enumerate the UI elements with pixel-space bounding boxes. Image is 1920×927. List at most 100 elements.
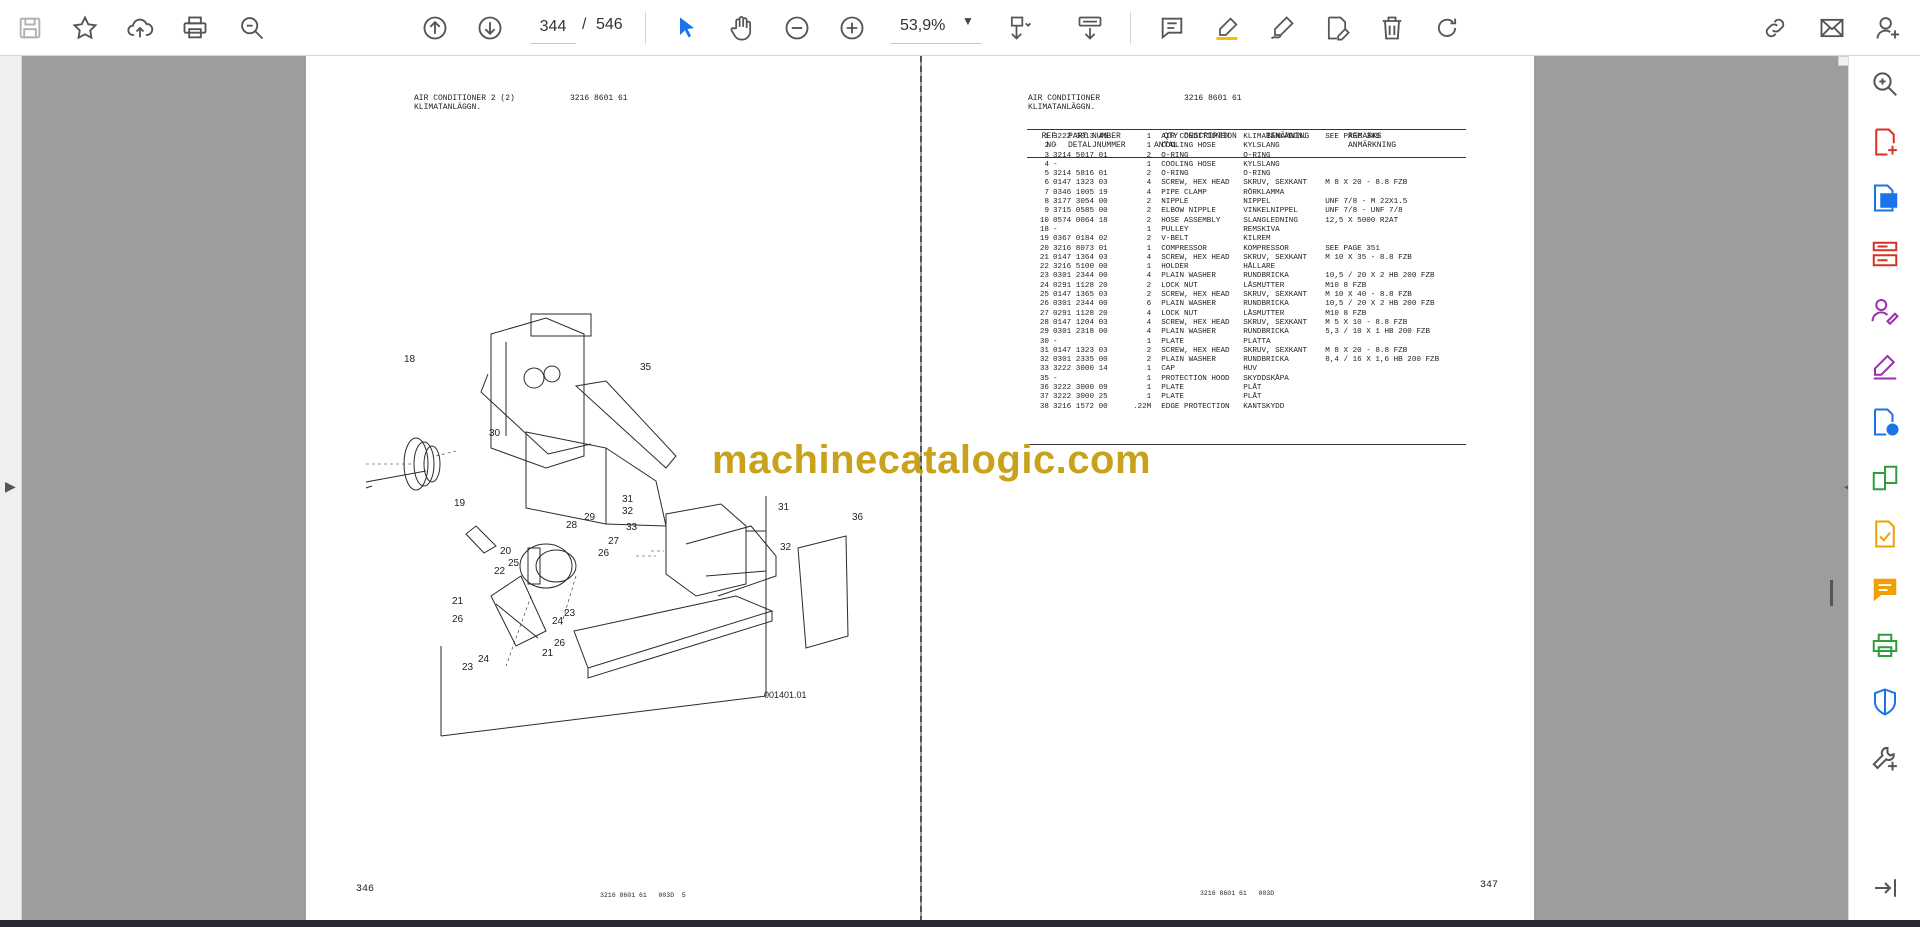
cell-description: CAP [1161, 365, 1175, 374]
cell-part-number: 0147 1364 03 [1053, 253, 1108, 262]
fill-and-sign-icon[interactable] [1865, 346, 1905, 386]
page-number-input[interactable] [530, 10, 576, 44]
table-row: 37 3222 3000 25 1 PLATE PLÅT [1027, 393, 1455, 402]
pdf-page-left: AIR CONDITIONER 2 (2) KLIMATANLÄGGN. 321… [306, 56, 920, 920]
table-row: 30- 1 PLATE PLATTA [1027, 338, 1455, 347]
cell-qty: 4 [1146, 179, 1152, 188]
cell-ref: 31 [1039, 346, 1049, 355]
previous-page-icon[interactable] [415, 8, 455, 48]
protect-shield-icon[interactable] [1865, 682, 1905, 722]
cell-description: AIR CONDITIONER [1161, 133, 1230, 141]
table-row: 36 3222 3000 09 1 PLATE PLÅT [1027, 384, 1455, 393]
cell-remarks [1325, 338, 1455, 347]
organize-pages-icon[interactable] [1865, 234, 1905, 274]
cell-qty: 2 [1146, 235, 1152, 244]
print-icon[interactable] [175, 8, 215, 48]
cell-benamning: KOMPRESSOR [1243, 244, 1289, 253]
cell-description: HOSE ASSEMBLY [1161, 216, 1221, 225]
callout-label: 32 [780, 542, 792, 553]
cell-remarks: 5,3 / 10 X 1 HB 200 FZB [1325, 328, 1431, 337]
next-page-icon[interactable] [470, 8, 510, 48]
cell-part-number: - [1053, 374, 1058, 383]
cell-part-number: 3216 1572 00 [1053, 402, 1108, 411]
callout-label: 24 [552, 616, 564, 627]
cell-description: COOLING HOSE [1161, 160, 1216, 169]
cell-remarks: 10,5 / 20 X 2 HB 200 FZB [1325, 272, 1435, 281]
table-row: 2- 1 COOLING HOSE KYLSLANG [1027, 142, 1455, 151]
scrollbar-thumb[interactable] [1830, 580, 1833, 606]
create-pdf-icon[interactable] [1865, 122, 1905, 162]
cell-part-number: 0147 1323 03 [1053, 346, 1108, 355]
cell-ref: 1 [1044, 133, 1049, 141]
highlight-pen-icon[interactable] [1207, 8, 1247, 48]
email-icon[interactable] [1812, 8, 1852, 48]
cell-remarks: M 8 X 20 - 8.8 FZB [1325, 179, 1408, 188]
cell-benamning: RUNDBRICKA [1243, 300, 1289, 309]
edit-pdf-icon[interactable] [1865, 514, 1905, 554]
send-for-review-icon[interactable] [1865, 402, 1905, 442]
cell-benamning: SKRUV, SEXKANT [1243, 346, 1308, 355]
cell-remarks [1325, 142, 1455, 151]
zoom-out-icon[interactable] [777, 8, 817, 48]
cell-part-number: 0301 2344 00 [1053, 272, 1108, 281]
redo-icon[interactable] [1427, 8, 1467, 48]
toolbar: / 546 53,9% ▼ [0, 0, 1920, 56]
find-zoom-icon[interactable] [232, 8, 272, 48]
zoom-in-icon[interactable] [832, 8, 872, 48]
comment-icon[interactable] [1152, 8, 1192, 48]
table-row: 38 3216 1572 00 .22M EDGE PROTECTION KANTSKY… [1027, 403, 1455, 412]
comment-tool-icon[interactable] [1865, 570, 1905, 610]
more-tools-icon[interactable] [1865, 738, 1905, 778]
cell-part-number: 3715 0585 00 [1053, 207, 1108, 216]
delete-trash-icon[interactable] [1372, 8, 1412, 48]
print-production-icon[interactable] [1865, 626, 1905, 666]
bottom-status-strip [0, 920, 1920, 927]
right-page-title: AIR CONDITIONER [1028, 94, 1101, 103]
cell-benamning: HÅLLARE [1243, 263, 1276, 272]
callout-label: 18 [404, 354, 416, 365]
table-row: 20 3216 8073 01 1 COMPRESSOR KOMPRESSOR SEE P… [1027, 245, 1455, 254]
cell-ref: 5 [1044, 170, 1049, 179]
search-zoom-icon[interactable] [1865, 64, 1905, 104]
cell-part-number: 0301 2344 00 [1053, 300, 1108, 309]
cell-part-number: - [1053, 337, 1058, 346]
expand-left-panel-icon[interactable]: ▶ [5, 478, 16, 495]
cell-ref: 8 [1044, 198, 1049, 207]
cell-remarks: 8,4 / 16 X 1,6 HB 200 FZB [1325, 356, 1440, 365]
cell-remarks [1325, 161, 1455, 170]
cell-benamning: PLÅT [1243, 393, 1262, 402]
compare-files-icon[interactable] [1865, 458, 1905, 498]
edit-text-icon[interactable] [1317, 8, 1357, 48]
add-user-icon[interactable] [1868, 8, 1908, 48]
cell-qty: 4 [1146, 188, 1152, 197]
keyboard-scroll-icon[interactable] [1070, 8, 1110, 48]
cell-ref: 26 [1039, 300, 1049, 309]
chevron-down-icon[interactable]: ▼ [962, 14, 974, 28]
upload-cloud-icon[interactable] [120, 8, 160, 48]
cell-remarks [1325, 226, 1455, 235]
cell-remarks: M10 8 FZB [1325, 281, 1367, 290]
cell-remarks: M 5 X 10 - 8.8 FZB [1325, 318, 1408, 327]
export-pdf-icon[interactable] [1865, 178, 1905, 218]
table-rule-top [1027, 129, 1466, 130]
hand-tool-icon[interactable] [722, 8, 762, 48]
cell-part-number: 0574 0064 18 [1053, 216, 1108, 225]
callout-label: 24 [478, 654, 490, 665]
share-link-icon[interactable] [1755, 8, 1795, 48]
collapse-panel-icon[interactable] [1865, 868, 1905, 908]
cell-qty: 1 [1146, 384, 1152, 393]
save-icon[interactable] [10, 8, 50, 48]
select-cursor-icon[interactable] [667, 8, 707, 48]
draw-freehand-icon[interactable] [1262, 8, 1302, 48]
star-bookmark-icon[interactable] [65, 8, 105, 48]
cell-remarks [1325, 263, 1455, 272]
cell-description: NIPPLE [1161, 198, 1189, 207]
cell-remarks: 10,5 / 20 X 2 HB 200 FZB [1325, 300, 1435, 309]
table-row: 35- 1 PROTECTION HOOD SKYDDSKÅPA [1027, 375, 1455, 384]
request-signature-icon[interactable] [1865, 290, 1905, 330]
cell-ref: 19 [1039, 235, 1049, 244]
cell-remarks [1325, 375, 1455, 384]
page-fit-icon[interactable] [1000, 8, 1040, 48]
cell-remarks: M10 8 FZB [1325, 309, 1367, 318]
cell-qty: 1 [1146, 393, 1152, 402]
